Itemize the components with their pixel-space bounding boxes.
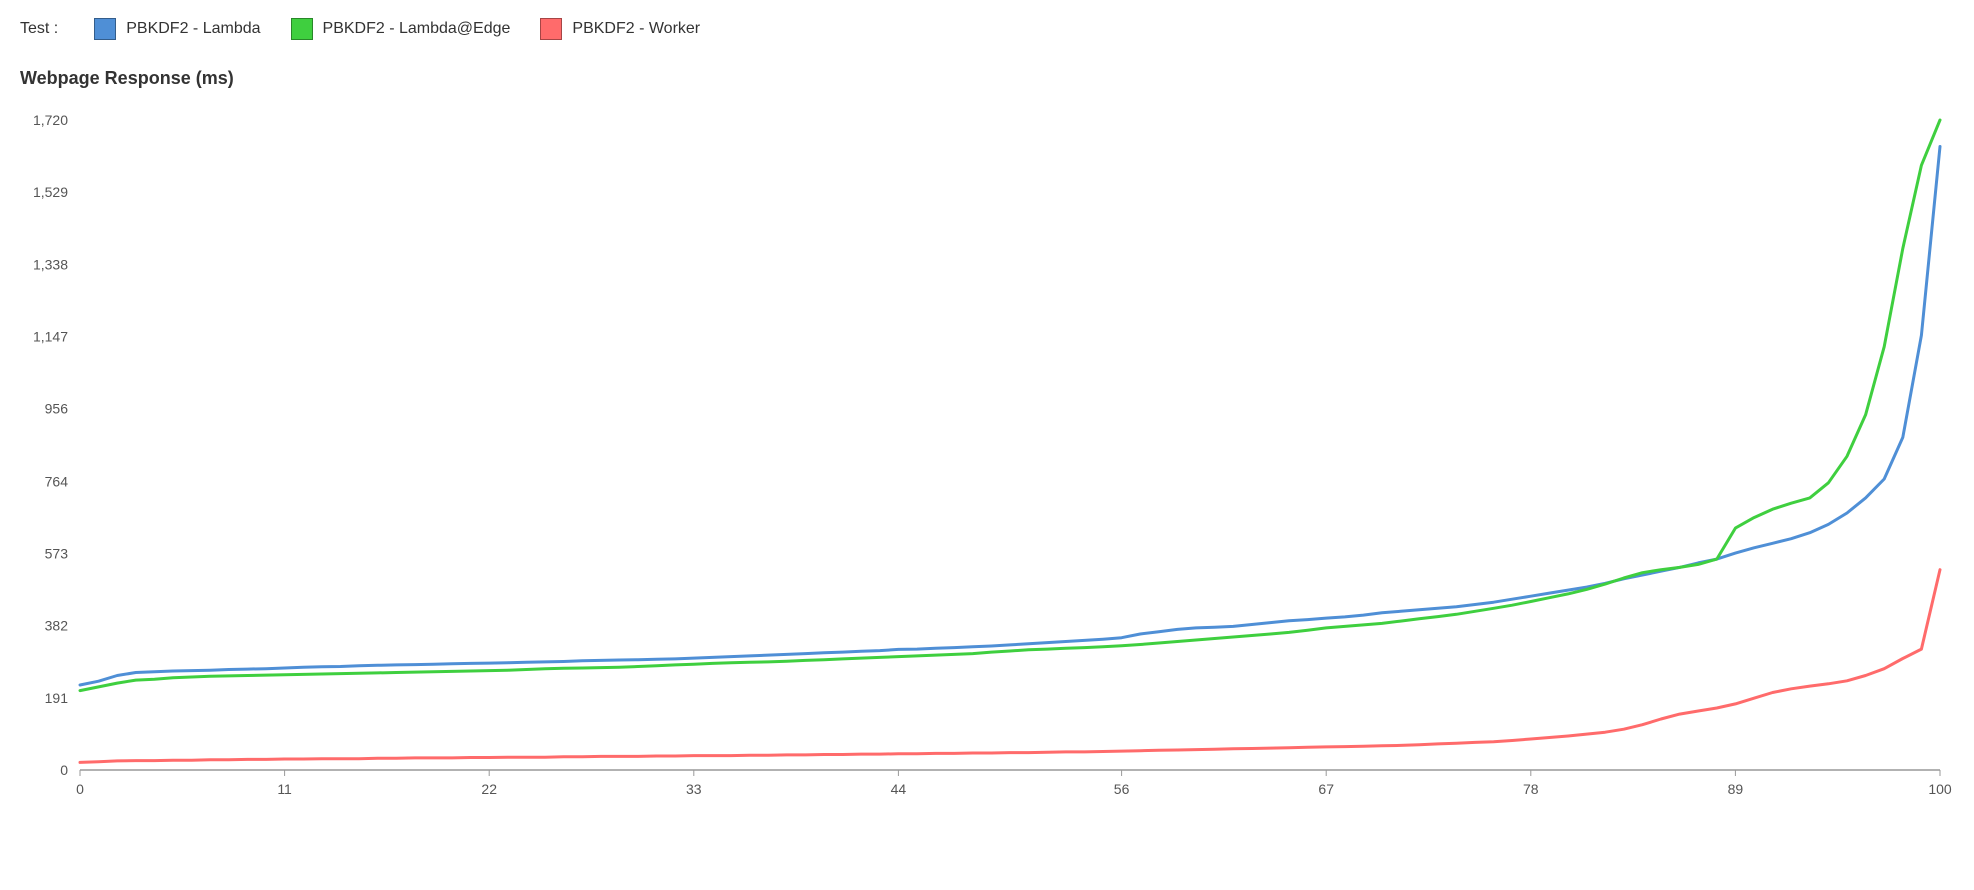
chart-container: Test : PBKDF2 - Lambda PBKDF2 - Lambda@E… [0,0,1974,890]
chart-svg: 01913825737649561,1471,3381,5291,7200112… [80,110,1950,810]
legend-item: PBKDF2 - Lambda [94,18,260,40]
svg-text:764: 764 [45,473,69,489]
legend-prefix: Test : [20,20,58,38]
y-axis-title: Webpage Response (ms) [20,68,234,89]
legend-swatch-icon [291,18,313,40]
svg-text:44: 44 [891,781,907,797]
svg-text:956: 956 [45,401,69,417]
svg-text:78: 78 [1523,781,1539,797]
legend-swatch-icon [94,18,116,40]
legend-label: PBKDF2 - Worker [572,20,700,38]
svg-text:0: 0 [76,781,84,797]
legend-item: PBKDF2 - Worker [540,18,700,40]
legend-item: PBKDF2 - Lambda@Edge [291,18,511,40]
series-line [80,120,1940,691]
svg-text:33: 33 [686,781,702,797]
svg-text:56: 56 [1114,781,1130,797]
svg-text:1,720: 1,720 [33,112,68,128]
svg-text:573: 573 [45,545,69,561]
svg-text:22: 22 [481,781,497,797]
legend: Test : PBKDF2 - Lambda PBKDF2 - Lambda@E… [20,18,700,40]
svg-text:1,529: 1,529 [33,184,68,200]
svg-text:191: 191 [45,690,69,706]
plot-area: 01913825737649561,1471,3381,5291,7200112… [80,110,1950,810]
svg-text:11: 11 [277,781,292,797]
svg-text:1,147: 1,147 [33,329,68,345]
svg-text:89: 89 [1728,781,1744,797]
x-axis: 0 11 22 33 44 56 67 78 89 100 [76,770,1952,797]
series-line [80,147,1940,686]
legend-label: PBKDF2 - Lambda@Edge [323,20,511,38]
svg-text:1,338: 1,338 [33,256,68,272]
svg-text:100: 100 [1928,781,1952,797]
legend-label: PBKDF2 - Lambda [126,20,260,38]
legend-swatch-icon [540,18,562,40]
y-axis: 0 191 382 573 764 956 1,147 1,338 1,529 1,720 [33,112,68,778]
svg-text:382: 382 [45,618,69,634]
svg-text:67: 67 [1318,781,1334,797]
svg-text:0: 0 [60,762,68,778]
